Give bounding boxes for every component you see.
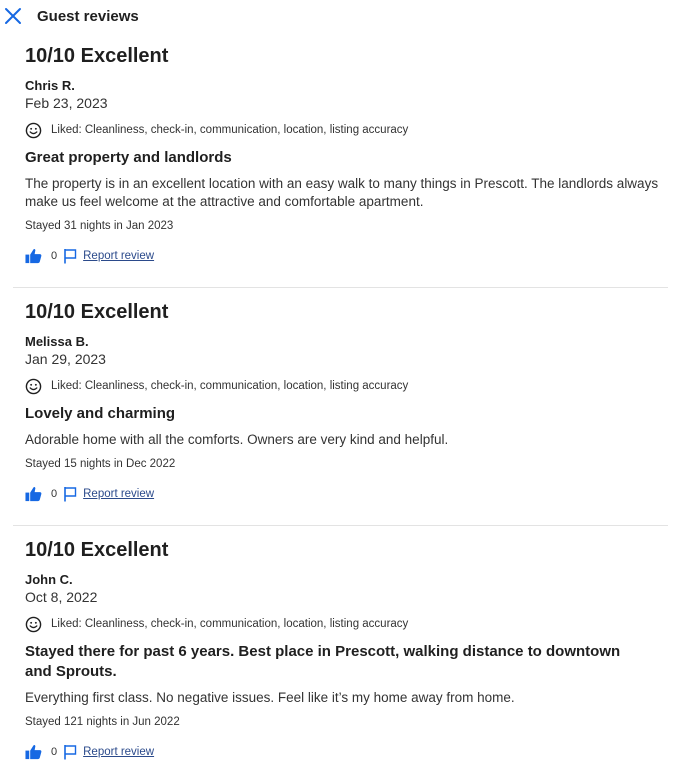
like-count: 0 [51,250,58,262]
review-rating: 10/10 Excellent [25,301,169,323]
review-card: 10/10 Excellent Chris R. Feb 23, 2023 Li… [13,36,668,288]
report-review-link[interactable]: Report review [83,746,154,758]
review-date: Feb 23, 2023 [25,95,108,111]
liked-text: Liked: Cleanliness, check-in, communicat… [51,124,409,136]
review-body: The property is in an excellent location… [25,176,659,209]
divider [13,287,668,288]
review-card: 10/10 Excellent John C. Oct 8, 2022 Like… [13,530,668,773]
flag-icon[interactable] [63,248,77,264]
review-body: Adorable home with all the comforts. Own… [25,432,449,447]
dialog-header: Guest reviews [0,0,685,34]
liked-text: Liked: Cleanliness, check-in, communicat… [51,618,409,630]
thumbs-up-icon[interactable] [25,248,42,264]
report-review-link[interactable]: Report review [83,250,154,262]
review-actions: 0 Report review [25,485,154,503]
thumbs-up-icon[interactable] [25,486,42,502]
review-stay: Stayed 31 nights in Jan 2023 [25,220,174,232]
review-actions: 0 Report review [25,743,154,761]
liked-row: Liked: Cleanliness, check-in, communicat… [25,615,408,633]
smile-icon [25,378,42,394]
divider [13,525,668,526]
review-date: Jan 29, 2023 [25,351,106,367]
review-author: Chris R. [25,78,75,93]
liked-text: Liked: Cleanliness, check-in, communicat… [51,380,409,392]
dialog-title: Guest reviews [37,8,139,25]
like-count: 0 [51,746,58,758]
close-button[interactable] [4,7,22,25]
like-count: 0 [51,488,58,500]
close-icon [5,8,21,24]
flag-icon[interactable] [63,486,77,502]
review-author: Melissa B. [25,334,89,349]
smile-icon [25,616,42,632]
review-stay: Stayed 15 nights in Dec 2022 [25,458,176,470]
review-rating: 10/10 Excellent [25,45,169,67]
review-title: Stayed there for past 6 years. Best plac… [25,643,621,680]
thumbs-up-icon[interactable] [25,744,42,760]
liked-row: Liked: Cleanliness, check-in, communicat… [25,377,408,395]
review-title: Great property and landlords [25,149,232,166]
review-rating: 10/10 Excellent [25,539,169,561]
review-card: 10/10 Excellent Melissa B. Jan 29, 2023 … [13,292,668,526]
review-title: Lovely and charming [25,405,176,422]
review-author: John C. [25,572,73,587]
liked-row: Liked: Cleanliness, check-in, communicat… [25,121,408,139]
flag-icon[interactable] [63,744,77,760]
report-review-link[interactable]: Report review [83,488,154,500]
review-body: Everything first class. No negative issu… [25,690,515,705]
review-date: Oct 8, 2022 [25,589,98,605]
review-actions: 0 Report review [25,247,154,265]
smile-icon [25,122,42,138]
review-stay: Stayed 121 nights in Jun 2022 [25,716,180,728]
